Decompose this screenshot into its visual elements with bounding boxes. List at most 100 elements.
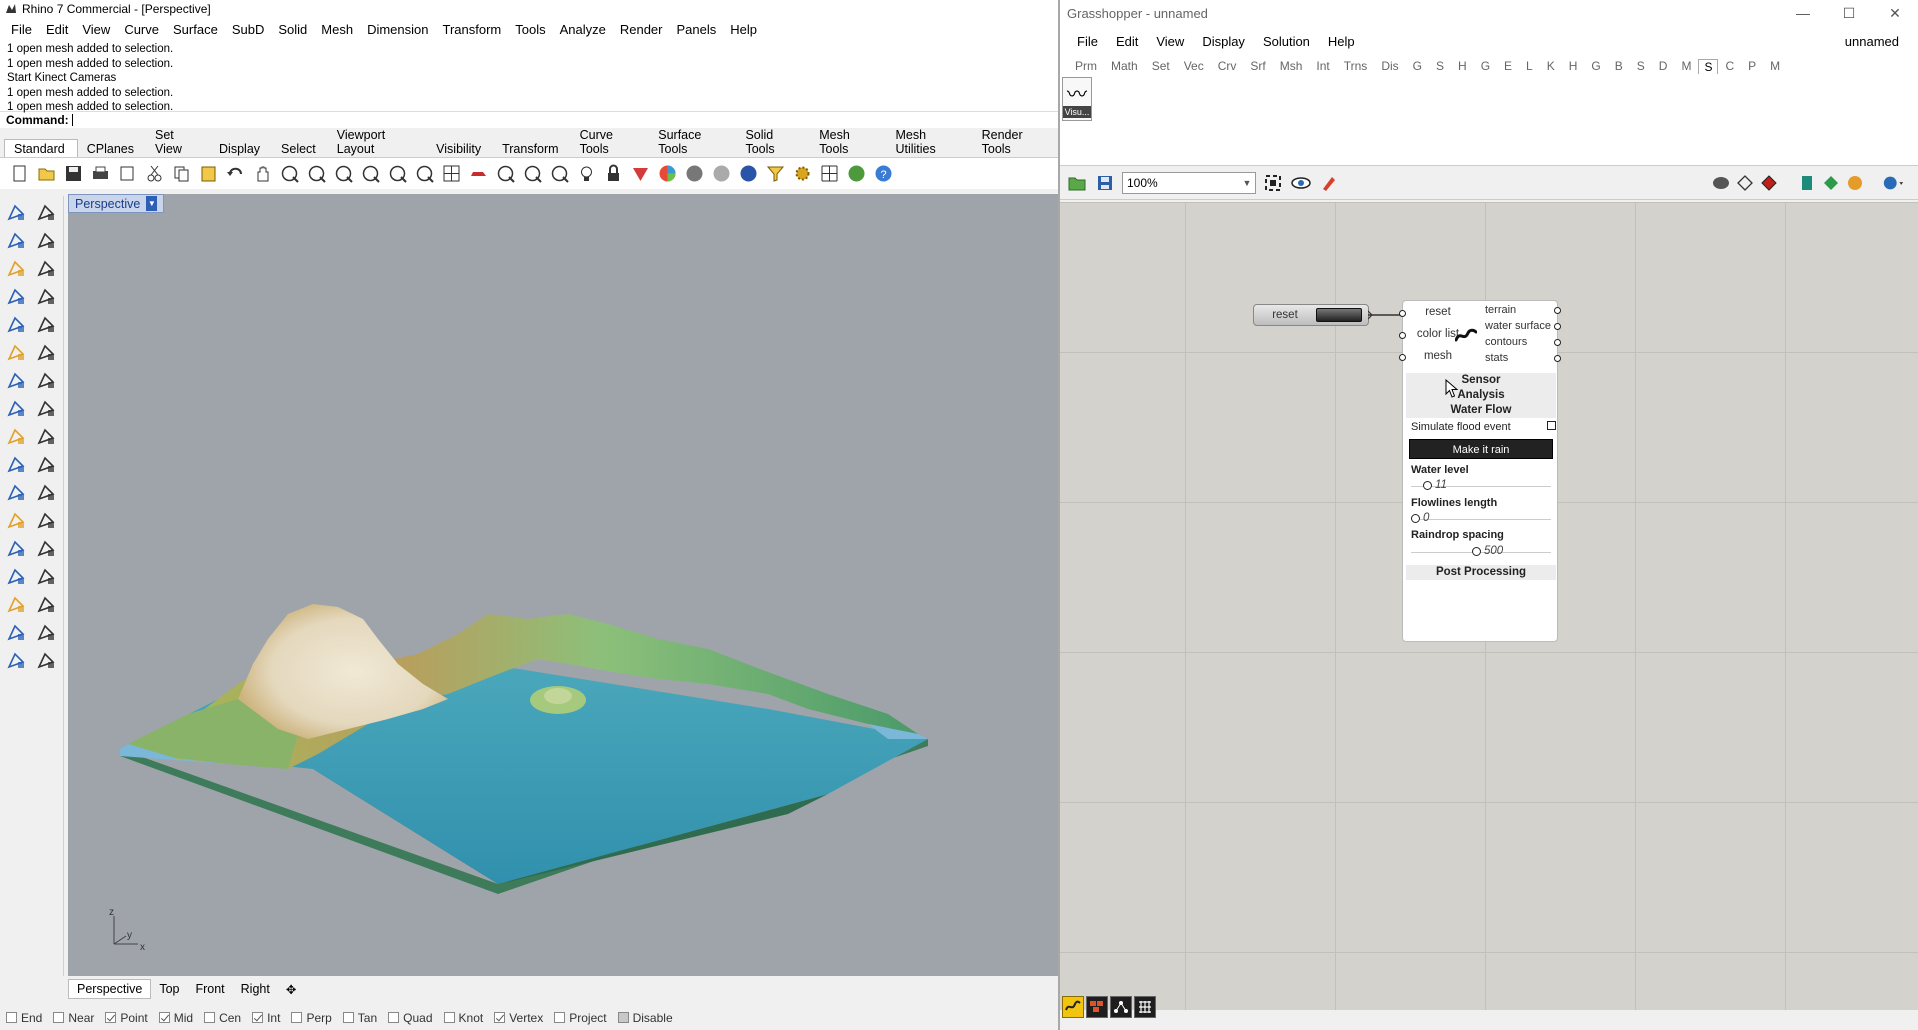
menu-analyze[interactable]: Analyze (553, 22, 613, 37)
grasshopper-canvas[interactable]: reset reset color list mesh terrain wate… (1060, 202, 1918, 1010)
arc-icon[interactable] (32, 257, 60, 280)
dimension-icon[interactable] (32, 537, 60, 560)
slider-knob[interactable] (1411, 514, 1420, 523)
car-icon[interactable] (467, 162, 490, 185)
gh-tab-msh[interactable]: Msh (1273, 59, 1310, 73)
osnap-end[interactable]: End (6, 1011, 42, 1025)
osnap-tan[interactable]: Tan (342, 1011, 377, 1025)
zoom-selected-icon[interactable] (386, 162, 409, 185)
box-icon[interactable] (2, 369, 30, 392)
tab-solid-tools[interactable]: Solid Tools (736, 126, 810, 157)
menu-help[interactable]: Help (723, 22, 764, 37)
menu-surface[interactable]: Surface (166, 22, 225, 37)
water-level-slider[interactable]: 11 (1411, 479, 1551, 493)
print-icon[interactable] (89, 162, 112, 185)
tab-viewport-layout[interactable]: Viewport Layout (328, 126, 427, 157)
network-icon[interactable] (1110, 996, 1132, 1018)
mesh-preview-icon[interactable] (1820, 172, 1842, 194)
output-water-surface[interactable]: water surface (1485, 320, 1559, 332)
shaded-sphere-icon[interactable] (683, 162, 706, 185)
menu-mesh[interactable]: Mesh (314, 22, 360, 37)
menu-view[interactable]: View (75, 22, 117, 37)
check-icon[interactable] (32, 621, 60, 644)
gh-tab-prm[interactable]: Prm (1068, 59, 1104, 73)
osnap-vertex[interactable]: Vertex (494, 1011, 543, 1025)
gh-menu-edit[interactable]: Edit (1107, 34, 1147, 49)
tab-mesh-utilities[interactable]: Mesh Utilities (886, 126, 972, 157)
viewport-tab-perspective[interactable]: Perspective (68, 979, 152, 999)
zoom-extents-icon[interactable] (359, 162, 382, 185)
gh-tab-srf[interactable]: Srf (1243, 59, 1272, 73)
osnap-perp[interactable]: Perp (291, 1011, 332, 1025)
gh-tab-m[interactable]: M (1674, 59, 1698, 73)
material-icon[interactable] (629, 162, 652, 185)
cylinder-icon[interactable] (2, 397, 30, 420)
output-port[interactable] (1554, 355, 1561, 362)
osnap-checkbox[interactable] (494, 1012, 506, 1023)
gh-tab-h[interactable]: H (1562, 59, 1585, 73)
gh-menu-file[interactable]: File (1068, 34, 1107, 49)
point-icon[interactable] (32, 201, 60, 224)
move-view-icon[interactable] (278, 162, 301, 185)
gh-menu-display[interactable]: Display (1193, 34, 1254, 49)
surface-corner-icon[interactable] (2, 341, 30, 364)
osnap-near[interactable]: Near (53, 1011, 94, 1025)
explode-icon[interactable] (32, 425, 60, 448)
output-contours[interactable]: contours (1485, 336, 1559, 348)
align-icon[interactable] (32, 593, 60, 616)
ellipse-icon[interactable] (2, 313, 30, 336)
offset-icon[interactable] (2, 509, 30, 532)
loft-icon[interactable] (32, 341, 60, 364)
save-icon[interactable] (62, 162, 85, 185)
osnap-project[interactable]: Project (554, 1011, 607, 1025)
chevron-down-icon[interactable]: ▼ (146, 196, 158, 211)
input-port[interactable] (1399, 310, 1406, 317)
preview-shaded-icon[interactable] (1710, 172, 1732, 194)
osnap-point[interactable]: Point (105, 1011, 148, 1025)
rebuild-icon[interactable] (32, 509, 60, 532)
new-file-icon[interactable] (8, 162, 31, 185)
osnap-checkbox[interactable] (291, 1012, 303, 1023)
circle-icon[interactable] (2, 257, 30, 280)
viewport-tab-top[interactable]: Top (151, 980, 187, 998)
output-stats[interactable]: stats (1485, 352, 1559, 364)
viewport-label[interactable]: Perspective ▼ (68, 194, 165, 213)
menu-tools[interactable]: Tools (508, 22, 552, 37)
menu-transform[interactable]: Transform (435, 22, 508, 37)
slider-knob[interactable] (1423, 481, 1432, 490)
osnap-checkbox[interactable] (53, 1012, 65, 1023)
zoom-extents-icon[interactable] (1262, 172, 1284, 194)
input-mesh[interactable]: mesh (1403, 350, 1473, 362)
copy-icon[interactable] (170, 162, 193, 185)
osnap-checkbox[interactable] (6, 1012, 17, 1023)
viewport-tab-front[interactable]: Front (187, 980, 232, 998)
select-arrow-icon[interactable] (2, 201, 30, 224)
gh-tab-d[interactable]: D (1652, 59, 1675, 73)
material-ball-icon[interactable] (1844, 172, 1866, 194)
output-port[interactable] (1554, 339, 1561, 346)
control-point-curve-icon[interactable] (32, 229, 60, 252)
gh-tab-dis[interactable]: Dis (1374, 59, 1405, 73)
visualize-component-button[interactable]: 〰 Visu... (1062, 77, 1092, 121)
output-port[interactable] (1554, 323, 1561, 330)
group-icon[interactable] (32, 481, 60, 504)
sphere-globe-icon[interactable] (845, 162, 868, 185)
analyze-icon[interactable] (2, 621, 30, 644)
menu-curve[interactable]: Curve (117, 22, 166, 37)
raindrop-spacing-slider[interactable]: 500 (1411, 545, 1551, 559)
output-terrain[interactable]: terrain (1485, 304, 1559, 316)
terrain-visualizer-component[interactable]: reset color list mesh terrain water surf… (1399, 300, 1561, 642)
output-port[interactable] (1554, 307, 1561, 314)
tab-curve-tools[interactable]: Curve Tools (571, 126, 650, 157)
osnap-checkbox[interactable] (204, 1012, 216, 1023)
undo-icon[interactable] (224, 162, 247, 185)
osnap-cen[interactable]: Cen (204, 1011, 241, 1025)
menu-dimension[interactable]: Dimension (360, 22, 435, 37)
close-icon[interactable]: ✕ (1872, 0, 1918, 26)
boolean-union-icon[interactable] (32, 369, 60, 392)
filter-icon[interactable] (764, 162, 787, 185)
tab-surface-tools[interactable]: Surface Tools (649, 126, 736, 157)
sweep-icon[interactable] (2, 425, 30, 448)
fillet-icon[interactable] (32, 313, 60, 336)
sketch-pen-icon[interactable] (1318, 172, 1340, 194)
